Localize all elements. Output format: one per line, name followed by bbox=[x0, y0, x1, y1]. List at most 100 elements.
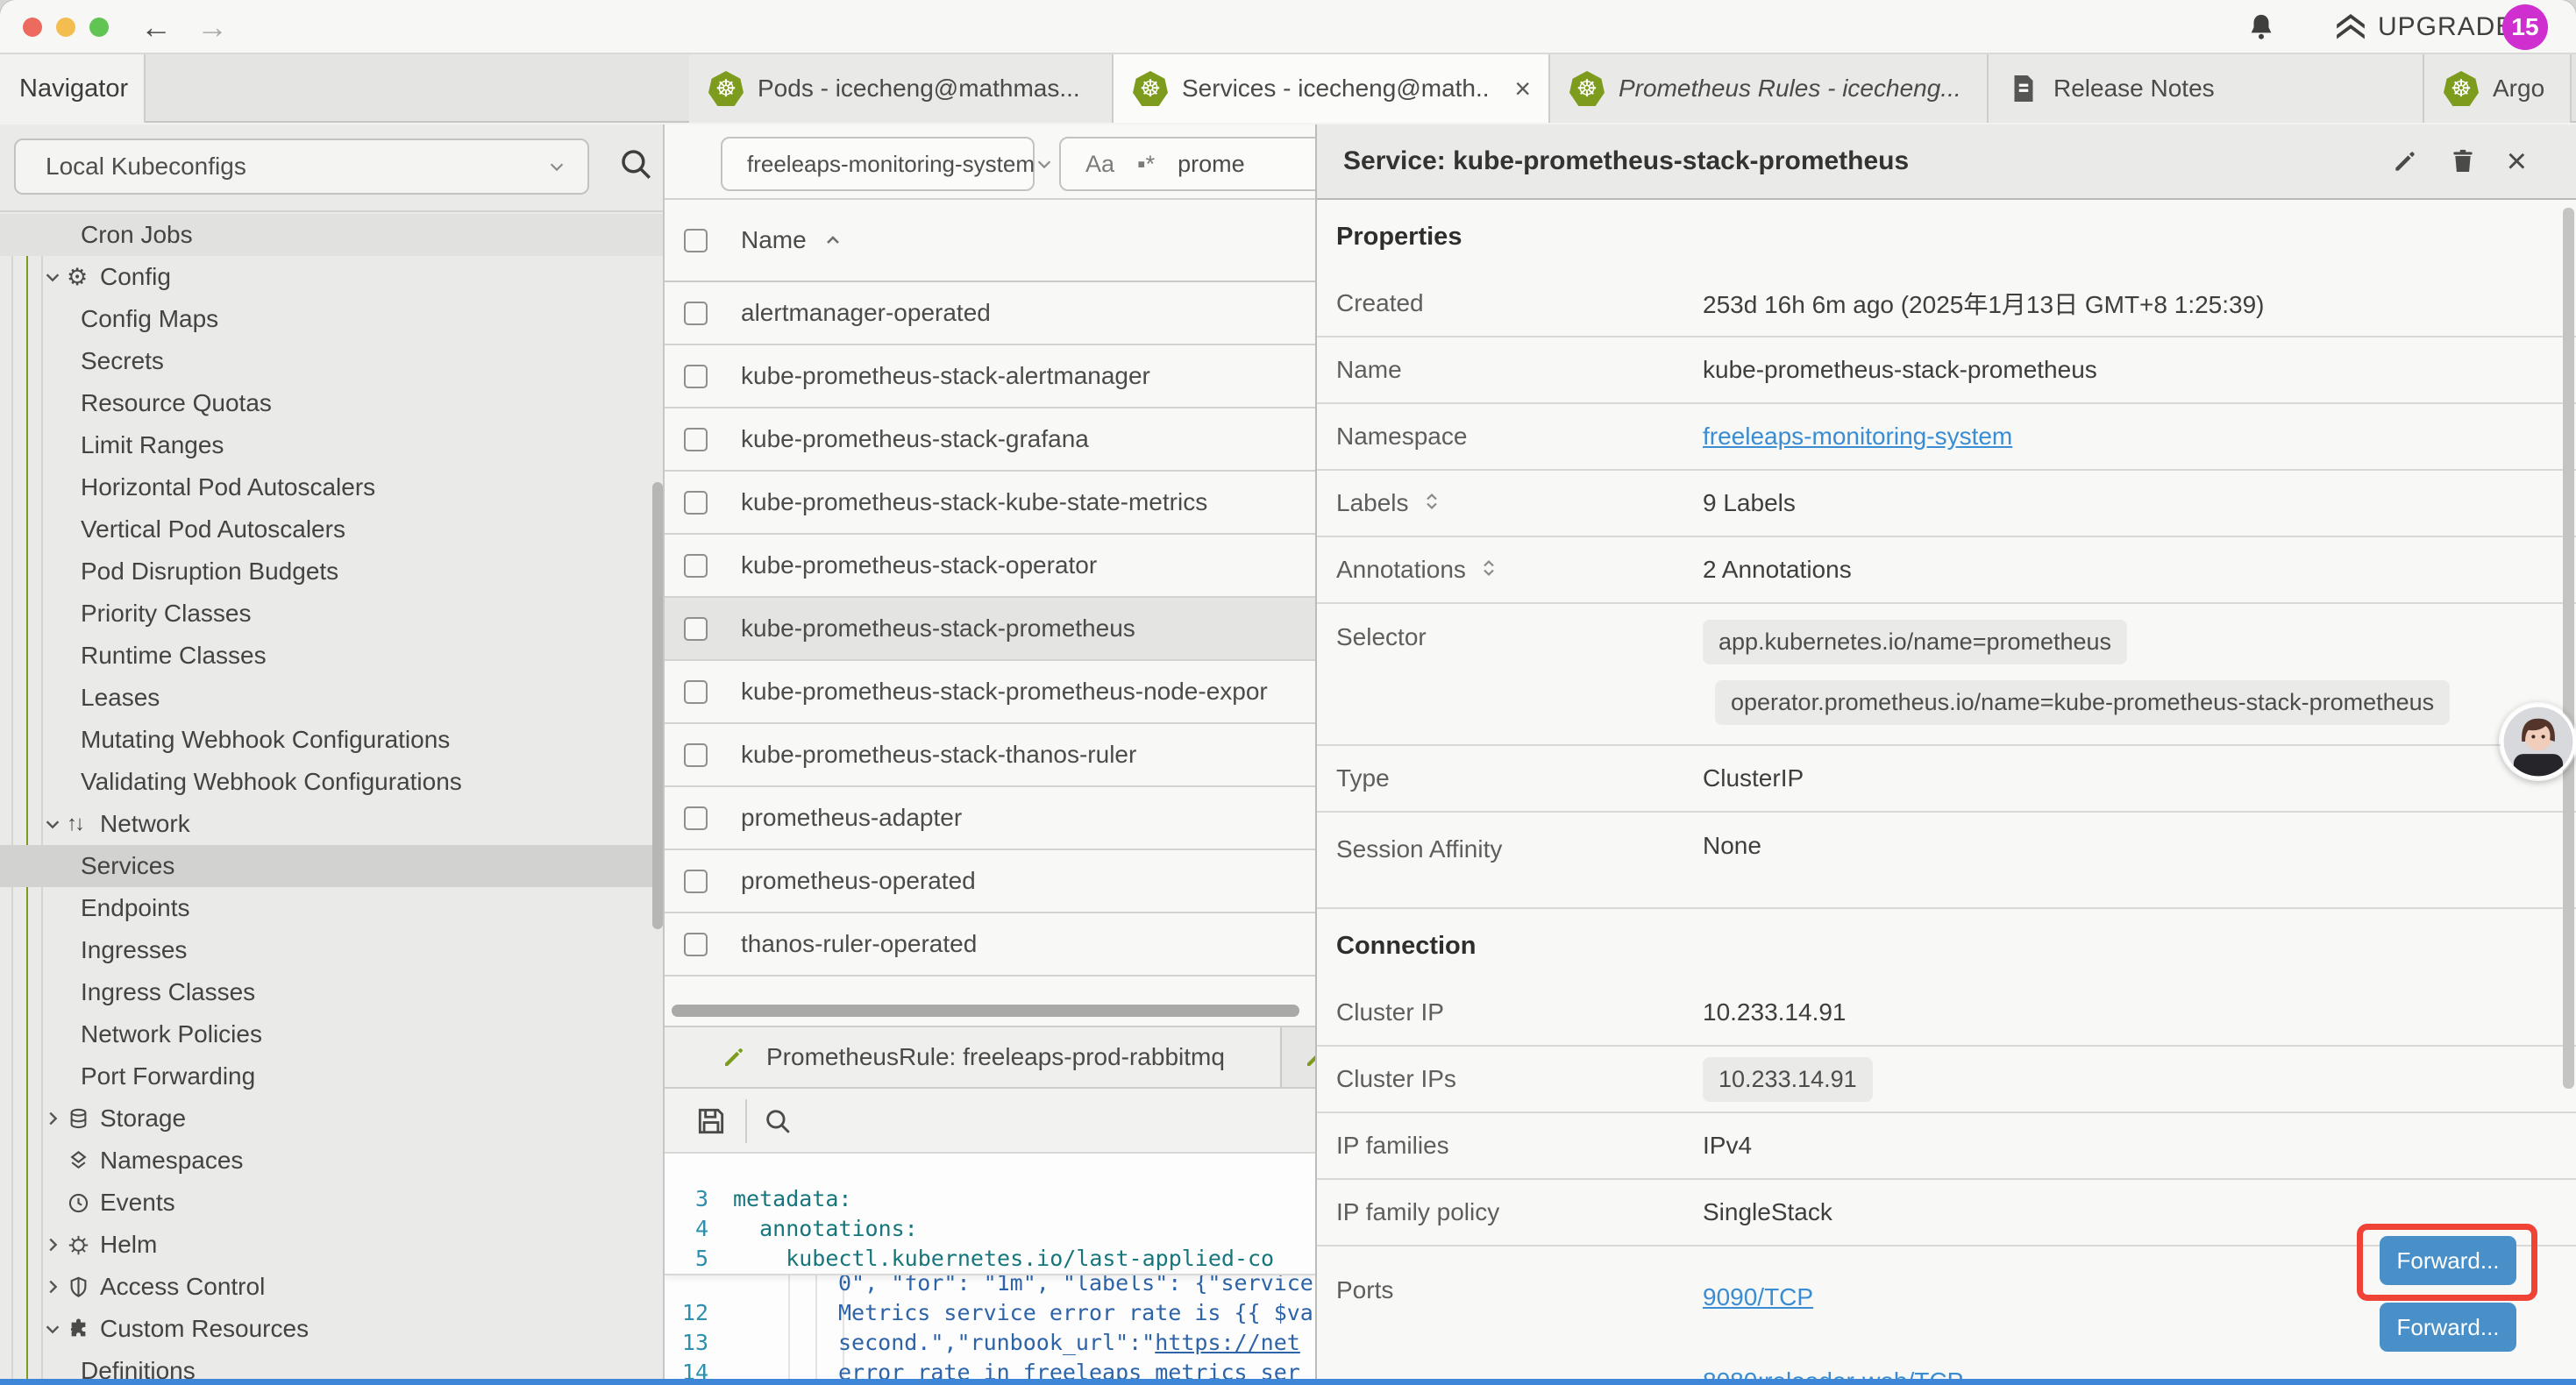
row-checkbox[interactable] bbox=[684, 806, 708, 830]
maximize-window-button[interactable] bbox=[89, 18, 109, 37]
sidebar-item[interactable]: Helm bbox=[0, 1224, 663, 1266]
tree-chevron-icon[interactable] bbox=[39, 1319, 67, 1339]
sidebar-item[interactable]: Storage bbox=[0, 1097, 663, 1140]
row-checkbox[interactable] bbox=[684, 933, 708, 956]
table-row[interactable]: kube-prometheus-stack-grafana bbox=[665, 408, 1315, 472]
sidebar-item[interactable]: Access Control bbox=[0, 1266, 663, 1308]
forward-port-button[interactable]: Forward... bbox=[2380, 1303, 2516, 1352]
sidebar-item[interactable]: Config Maps bbox=[0, 298, 663, 340]
editor-tab-next[interactable] bbox=[1284, 1027, 1315, 1087]
row-checkbox[interactable] bbox=[684, 365, 708, 388]
sidebar-item[interactable]: Horizontal Pod Autoscalers bbox=[0, 466, 663, 508]
sidebar-item[interactable]: Endpoints bbox=[0, 887, 663, 929]
row-checkbox[interactable] bbox=[684, 428, 708, 451]
app-tab[interactable]: ☸ Services - icecheng@math... × bbox=[1114, 54, 1550, 123]
sidebar-item[interactable]: Runtime Classes bbox=[0, 635, 663, 677]
regex-toggle[interactable]: ▪* bbox=[1137, 151, 1155, 178]
yaml-editor[interactable]: 3metadata: 4 annotations: 5 kubectl.kube… bbox=[665, 1154, 1315, 1385]
table-row[interactable]: alertmanager-operated bbox=[665, 282, 1315, 345]
sidebar-item[interactable]: Namespaces bbox=[0, 1140, 663, 1182]
match-case-toggle[interactable]: Aa bbox=[1085, 151, 1114, 178]
sidebar-item[interactable]: Events bbox=[0, 1182, 663, 1224]
notification-count-badge[interactable]: 15 bbox=[2502, 4, 2548, 50]
value-badge: operator.prometheus.io/name=kube-prometh… bbox=[1715, 680, 2450, 725]
delete-trash-icon[interactable] bbox=[2449, 147, 2477, 175]
row-checkbox[interactable] bbox=[684, 680, 708, 704]
sidebar-item[interactable]: Resource Quotas bbox=[0, 382, 663, 424]
sidebar-item[interactable]: Services bbox=[0, 845, 663, 887]
namespace-link[interactable]: freeleaps-monitoring-system bbox=[1703, 423, 2012, 451]
table-row[interactable]: kube-prometheus-stack-prometheus bbox=[665, 598, 1315, 661]
panel-scrollbar[interactable] bbox=[2563, 208, 2574, 1089]
edit-pencil-icon[interactable] bbox=[2391, 147, 2419, 175]
tree-chevron-icon[interactable] bbox=[39, 1277, 67, 1296]
sidebar-item[interactable]: Vertical Pod Autoscalers bbox=[0, 508, 663, 550]
editor-search-icon[interactable] bbox=[763, 1106, 793, 1136]
row-checkbox[interactable] bbox=[684, 870, 708, 893]
sidebar-scrollbar[interactable] bbox=[652, 482, 663, 929]
sidebar-item[interactable]: Secrets bbox=[0, 340, 663, 382]
sidebar-item[interactable]: ⚙ Config bbox=[0, 256, 663, 298]
sidebar-item[interactable]: Ingresses bbox=[0, 929, 663, 971]
sidebar-item[interactable]: Custom Resources bbox=[0, 1308, 663, 1350]
back-button[interactable]: ← bbox=[140, 7, 172, 47]
sidebar-item[interactable]: Limit Ranges bbox=[0, 424, 663, 466]
sidebar-item[interactable]: Validating Webhook Configurations bbox=[0, 761, 663, 803]
name-column-header[interactable]: Name bbox=[741, 226, 807, 254]
expand-collapse-icon[interactable] bbox=[1421, 491, 1442, 515]
sidebar-item[interactable]: Pod Disruption Budgets bbox=[0, 550, 663, 593]
minimize-window-button[interactable] bbox=[56, 18, 75, 37]
sidebar-item[interactable]: Cron Jobs bbox=[0, 214, 663, 256]
kubeconfig-select[interactable]: Local Kubeconfigs bbox=[14, 138, 589, 195]
select-all-checkbox[interactable] bbox=[684, 229, 708, 252]
table-row[interactable]: prometheus-operated bbox=[665, 850, 1315, 913]
row-checkbox[interactable] bbox=[684, 554, 708, 578]
tab-close-icon[interactable]: × bbox=[1505, 73, 1531, 105]
sidebar-item[interactable]: Leases bbox=[0, 677, 663, 719]
table-row[interactable]: kube-prometheus-stack-kube-state-metrics bbox=[665, 472, 1315, 535]
port-link[interactable]: 9090/TCP bbox=[1703, 1283, 1813, 1311]
tree-chevron-icon[interactable] bbox=[39, 1235, 67, 1254]
row-checkbox[interactable] bbox=[684, 491, 708, 515]
row-checkbox[interactable] bbox=[684, 743, 708, 767]
app-tab[interactable]: ☸ Argo Se bbox=[2424, 54, 2572, 123]
sidebar-item[interactable]: Ingress Classes bbox=[0, 971, 663, 1013]
sidebar-item[interactable]: Mutating Webhook Configurations bbox=[0, 719, 663, 761]
app-tab[interactable]: ☸ Pods - icecheng@mathmas... bbox=[689, 54, 1114, 123]
sidebar-item[interactable]: Priority Classes bbox=[0, 593, 663, 635]
sidebar-item-label: Services bbox=[81, 852, 174, 880]
tree-chevron-icon[interactable] bbox=[39, 814, 67, 834]
tree-chevron-icon[interactable] bbox=[39, 267, 67, 287]
user-avatar[interactable] bbox=[2499, 702, 2576, 781]
save-icon[interactable] bbox=[694, 1104, 728, 1138]
tree-chevron-icon[interactable] bbox=[39, 1109, 67, 1128]
table-row[interactable]: kube-prometheus-stack-operator bbox=[665, 535, 1315, 598]
close-window-button[interactable] bbox=[23, 18, 42, 37]
upgrade-button[interactable]: UPGRADE bbox=[2334, 11, 2514, 44]
sidebar-item[interactable]: Network Policies bbox=[0, 1013, 663, 1055]
app-tab[interactable]: Release Notes bbox=[1989, 54, 2424, 123]
table-row[interactable]: kube-prometheus-stack-alertmanager bbox=[665, 345, 1315, 408]
sidebar-item[interactable]: Port Forwarding bbox=[0, 1055, 663, 1097]
expand-collapse-icon[interactable] bbox=[1478, 558, 1499, 582]
sort-ascending-icon[interactable] bbox=[822, 230, 843, 251]
table-row[interactable]: prometheus-adapter bbox=[665, 787, 1315, 850]
sidebar-search-icon[interactable] bbox=[617, 146, 654, 182]
app-tab[interactable]: ☸ Prometheus Rules - icecheng... bbox=[1550, 54, 1989, 123]
notifications-bell-icon[interactable] bbox=[2246, 12, 2276, 42]
runbook-url-link[interactable]: https://net bbox=[1155, 1330, 1300, 1355]
table-row[interactable]: thanos-ruler-operated bbox=[665, 913, 1315, 977]
horizontal-scrollbar[interactable] bbox=[672, 1005, 1299, 1017]
table-row[interactable]: kube-prometheus-stack-thanos-ruler bbox=[665, 724, 1315, 787]
navigator-panel-tab[interactable]: Navigator bbox=[0, 54, 146, 123]
sidebar-item-label: Config Maps bbox=[81, 305, 218, 333]
table-search-input[interactable]: Aa ▪* prome bbox=[1059, 137, 1315, 191]
row-checkbox[interactable] bbox=[684, 617, 708, 641]
forward-button[interactable]: → bbox=[196, 7, 228, 47]
editor-tab-prometheusrule[interactable]: PrometheusRule: freeleaps-prod-rabbitmq bbox=[665, 1027, 1282, 1087]
namespace-select[interactable]: freeleaps-monitoring-system bbox=[721, 137, 1035, 191]
table-row[interactable]: kube-prometheus-stack-prometheus-node-ex… bbox=[665, 661, 1315, 724]
close-icon[interactable]: × bbox=[2507, 147, 2527, 175]
sidebar-item[interactable]: ↑↓ Network bbox=[0, 803, 663, 845]
row-checkbox[interactable] bbox=[684, 302, 708, 325]
